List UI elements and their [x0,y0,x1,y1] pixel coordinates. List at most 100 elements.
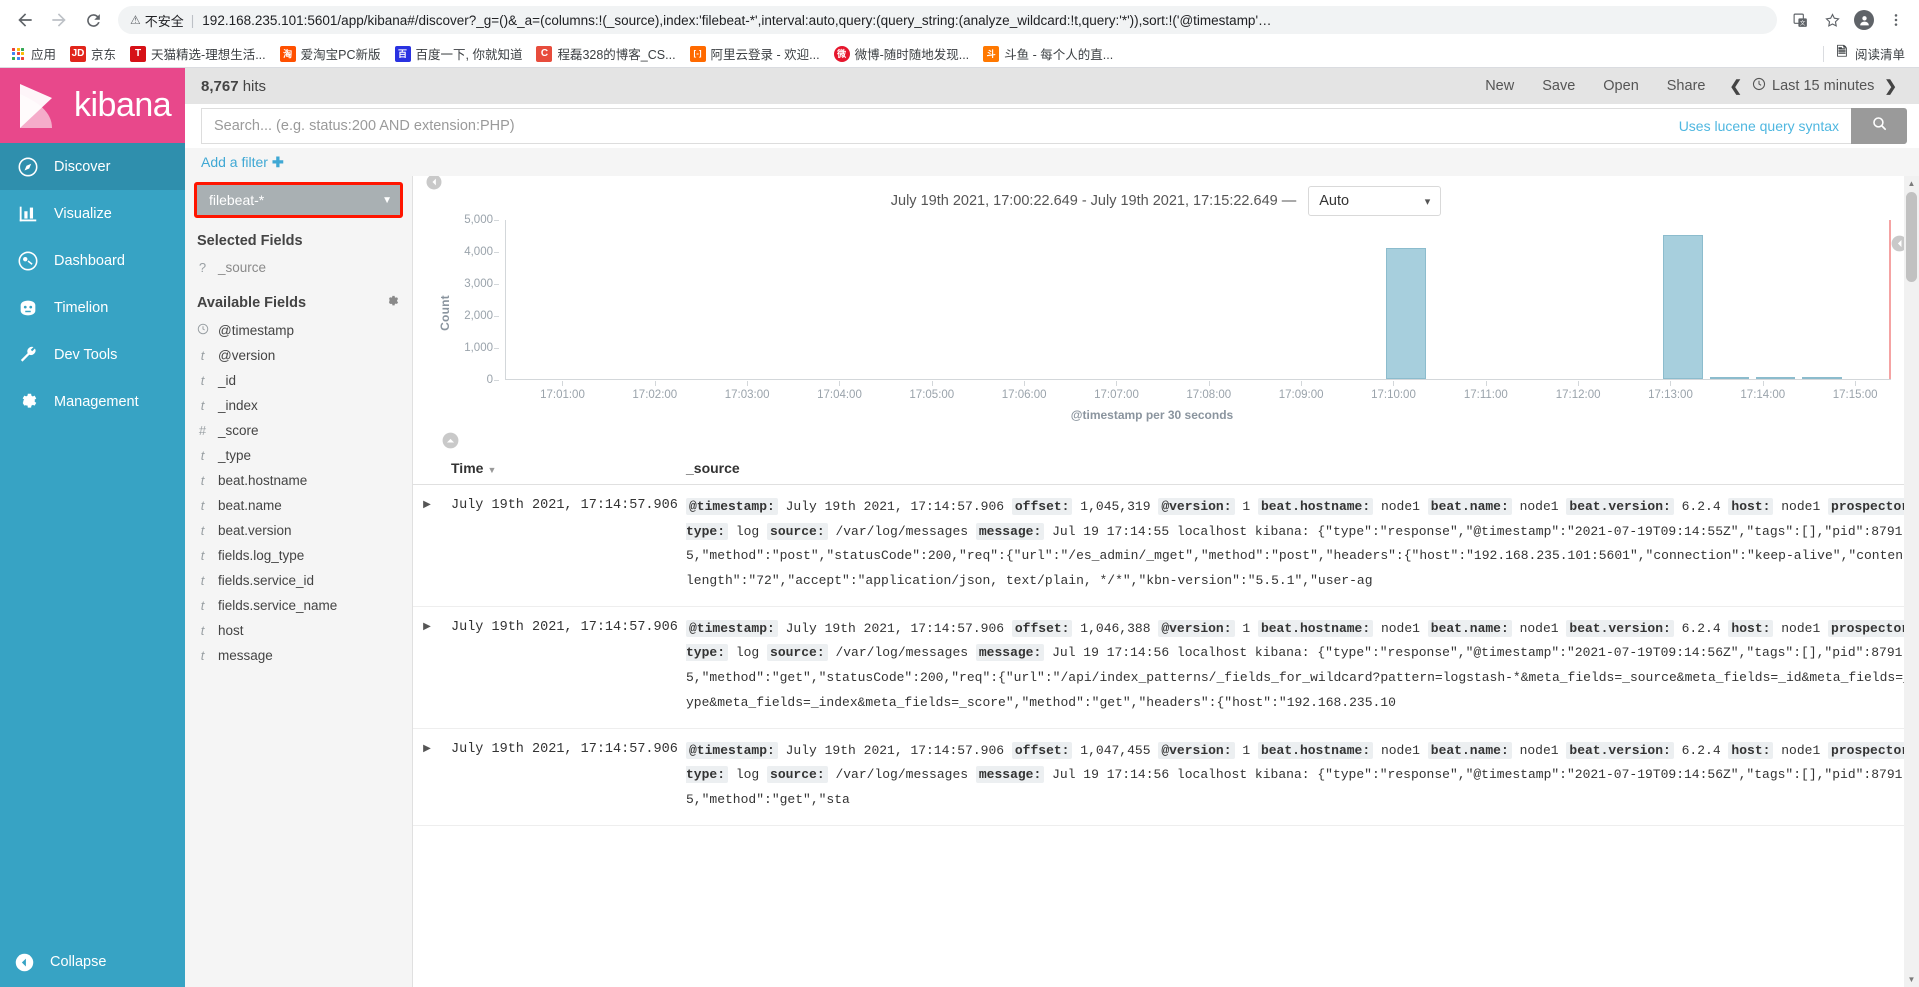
bookmark-tmall[interactable]: T 天猫精选-理想生活... [130,44,266,63]
field-row-version[interactable]: t @version [185,343,412,368]
kebab-menu-icon[interactable] [1881,5,1911,35]
source-field-value: 6.2.4 [1673,499,1729,514]
forward-arrow-icon[interactable] [42,3,76,37]
kibana-logo[interactable]: kibana [0,68,185,143]
scroll-down-arrow-icon[interactable]: ▼ [1904,972,1919,987]
field-type-icon: t [200,548,205,563]
main-area: 8,767 hits New Save Open Share ❮ Last 15… [185,68,1919,987]
bookmark-taobao[interactable]: 淘 爱淘宝PC新版 [279,44,381,63]
table-row[interactable]: ▶ July 19th 2021, 17:14:57.906 @timestamp:… [413,606,1919,729]
search-button[interactable] [1851,108,1907,144]
baidu-icon: 百 [394,45,411,62]
address-bar[interactable]: ⚠ 不安全 | 192.168.235.101:5601/app/kibana#… [118,6,1777,34]
avatar [1854,10,1874,30]
source-field-value: July 19th 2021, 17:14:57.906 [777,620,1012,636]
time-prev-button[interactable]: ❮ [1719,77,1752,95]
histogram-bar[interactable] [1755,377,1796,379]
source-field-key: source: [767,644,828,662]
time-next-button[interactable]: ❯ [1874,77,1907,95]
x-tick-label: 17:06:00 [1001,389,1047,401]
sidebar-item-dev-tools[interactable]: Dev Tools [0,331,185,378]
expand-row-button[interactable]: ▶ [413,484,441,607]
sidebar-item-management[interactable]: Management [0,378,185,425]
bookmark-csdn[interactable]: C 程磊328的博客_CS... [536,44,676,63]
expand-row-button[interactable]: ▶ [413,728,441,826]
bookmark-douyu[interactable]: 斗 斗鱼 - 每个人的直... [983,44,1113,63]
star-icon[interactable] [1817,5,1847,35]
field-row-timestamp[interactable]: @timestamp [185,318,412,343]
field-row-fields-service-id[interactable]: t fields.service_id [185,568,412,593]
interval-select[interactable]: Auto ▾ [1308,186,1442,216]
field-row-type[interactable]: t _type [185,443,412,468]
scroll-up-arrow-icon[interactable]: ▲ [1904,176,1919,191]
x-tick-label: 17:01:00 [540,389,585,401]
available-fields-header: Available Fields [185,280,412,318]
histogram-bar[interactable] [1386,247,1427,379]
save-button[interactable]: Save [1528,78,1589,94]
page-scrollbar[interactable]: ▲ ▼ [1904,176,1919,987]
bookmark-label: 阿里云登录 - 欢迎... [710,48,820,62]
sidebar-item-discover[interactable]: Discover [0,143,185,190]
back-arrow-icon[interactable] [8,3,42,37]
sidebar-item-visualize[interactable]: Visualize [0,190,185,237]
col-source[interactable]: _source [686,456,1919,485]
field-row-score[interactable]: # _score [185,418,412,443]
field-row-index[interactable]: t _index [185,393,412,418]
field-row-fields-log-type[interactable]: t fields.log_type [185,543,412,568]
field-row-fields-service-name[interactable]: t fields.service_name [185,593,412,618]
bookmark-jd[interactable]: JD 京东 [70,44,116,63]
sidebar-item-timelion[interactable]: Timelion [0,284,185,331]
scrollbar-thumb[interactable] [1906,192,1917,282]
bookmarks-bar: 应用 JD 京东 T 天猫精选-理想生活... 淘 爱淘宝PC新版 百 百度一下… [0,40,1919,68]
source-field-value: July 19th 2021, 17:14:57.906 [777,499,1012,514]
table-head: Time ▼ _source [413,456,1919,485]
field-row-beat-hostname[interactable]: t beat.hostname [185,468,412,493]
share-button[interactable]: Share [1653,78,1720,94]
chart-collapse-left-icon[interactable] [425,176,443,191]
bookmark-baidu[interactable]: 百 百度一下, 你就知道 [394,44,522,63]
timelion-icon [16,296,40,320]
field-row-message[interactable]: t message [185,643,412,668]
expand-row-button[interactable]: ▶ [413,606,441,729]
reload-icon[interactable] [76,3,110,37]
add-filter-button[interactable]: Add a filter ✚ [201,154,284,171]
histogram-bar[interactable] [1801,377,1842,379]
add-filter-label: Add a filter [201,153,268,170]
field-row-id[interactable]: t _id [185,368,412,393]
index-pattern-select[interactable]: filebeat-* ▼ [194,182,403,218]
time-picker-button[interactable]: Last 15 minutes [1752,77,1874,95]
bookmark-label: 爱淘宝PC新版 [300,48,381,62]
bookmark-apps[interactable]: 应用 [10,44,56,63]
table-collapse-icon[interactable] [413,425,1919,456]
chart-plot-area[interactable] [505,220,1891,380]
table-row[interactable]: ▶ July 19th 2021, 17:14:57.906 @timestamp:… [413,728,1919,826]
sidebar-collapse-button[interactable]: Collapse [0,937,185,987]
bookmark-weibo[interactable]: 微 微博-随时随地发现... [833,44,969,63]
gear-icon[interactable] [385,294,400,312]
lucene-hint[interactable]: Uses lucene query syntax [1679,118,1839,134]
douyu-icon: 斗 [983,45,1000,62]
profile-icon[interactable] [1849,5,1879,35]
source-field-key: host: [1728,498,1774,515]
index-pattern-wrap: filebeat-* ▼ [185,176,412,219]
kibana-sidebar: kibana Discover Visualize Dashboard Time [0,68,185,987]
histogram-bar[interactable] [1663,235,1704,379]
bookmark-aliyun[interactable]: [-] 阿里云登录 - 欢迎... [689,44,820,63]
col-time[interactable]: Time ▼ [441,456,686,485]
new-button[interactable]: New [1471,78,1528,94]
field-row-_source[interactable]: ? _source [185,255,412,280]
histogram-bar[interactable] [1709,377,1750,379]
open-button[interactable]: Open [1589,78,1652,94]
translate-icon[interactable]: 文 [1785,5,1815,35]
field-row-beat-version[interactable]: t beat.version [185,518,412,543]
sidebar-item-dashboard[interactable]: Dashboard [0,237,185,284]
clock-icon [197,323,209,338]
field-row-beat-name[interactable]: t beat.name [185,493,412,518]
x-tick-mark [1485,381,1487,386]
source-field-key: host: [1728,741,1774,759]
csdn-icon: C [536,45,553,62]
field-row-host[interactable]: t host [185,618,412,643]
table-row[interactable]: ▶ July 19th 2021, 17:14:57.906 @timestamp:… [413,484,1919,607]
reading-list-button[interactable]: 🗎 阅读清单 [1834,44,1905,63]
search-input[interactable]: Search... (e.g. status:200 AND extension… [201,108,1851,144]
